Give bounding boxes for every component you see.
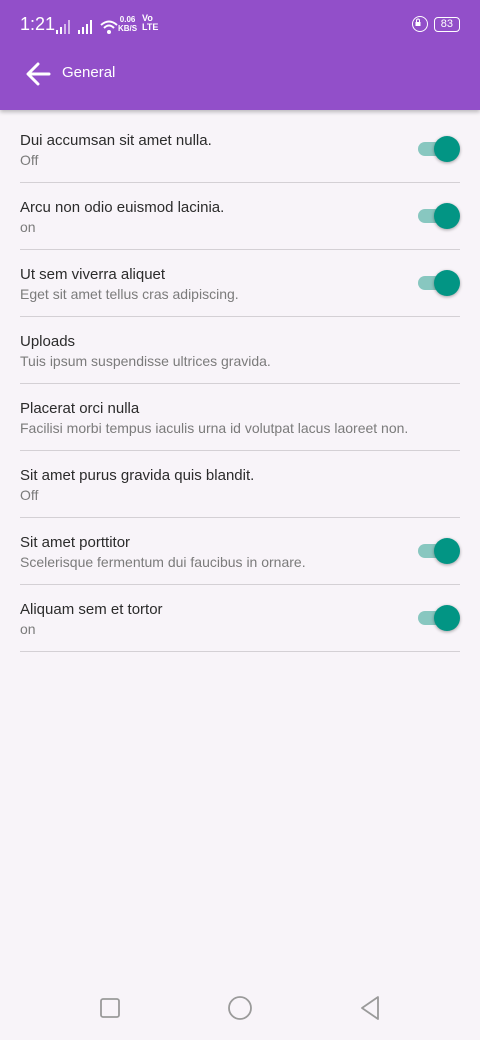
- setting-row[interactable]: Sit amet porttitor Scelerisque fermentum…: [20, 518, 460, 585]
- recents-button[interactable]: [95, 993, 125, 1023]
- back-nav-button[interactable]: [355, 993, 385, 1023]
- status-bar: 1:21 0.06 KB/S Vo LTE 83: [0, 0, 480, 48]
- setting-row[interactable]: Uploads Tuis ipsum suspendisse ultrices …: [20, 317, 460, 384]
- volte-bottom: LTE: [142, 22, 159, 32]
- recents-square-icon: [100, 998, 120, 1018]
- setting-switch[interactable]: [418, 538, 460, 564]
- settings-list: Dui accumsan sit amet nulla. Off Arcu no…: [20, 116, 460, 652]
- setting-summary: on: [20, 621, 36, 637]
- setting-title: Uploads: [20, 333, 76, 350]
- setting-switch[interactable]: [418, 270, 460, 296]
- status-right: 83: [411, 16, 460, 32]
- network-speed: 0.06 KB/S: [118, 15, 137, 33]
- back-button[interactable]: [22, 58, 54, 90]
- arrow-left-icon: [26, 62, 51, 86]
- signal-2-icon: [78, 20, 92, 34]
- setting-row[interactable]: Ut sem viverra aliquet Eget sit amet tel…: [20, 250, 460, 317]
- volte-indicator: Vo LTE: [142, 14, 158, 32]
- page-title: General: [62, 64, 116, 81]
- setting-switch[interactable]: [418, 605, 460, 631]
- network-speed-value: 0.06: [119, 15, 136, 24]
- back-triangle-icon: [361, 996, 379, 1020]
- setting-summary: Tuis ipsum suspendisse ultrices gravida.: [20, 353, 271, 369]
- setting-title: Dui accumsan sit amet nulla.: [20, 132, 212, 149]
- setting-switch[interactable]: [418, 203, 460, 229]
- setting-summary: Scelerisque fermentum dui faucibus in or…: [20, 554, 306, 570]
- switch-thumb: [434, 270, 460, 296]
- rotation-lock-icon: [411, 16, 428, 32]
- wifi-icon: [100, 20, 118, 34]
- setting-summary: on: [20, 219, 36, 235]
- home-circle-icon: [228, 996, 252, 1020]
- setting-summary: Facilisi morbi tempus iaculis urna id vo…: [20, 420, 409, 436]
- setting-row[interactable]: Placerat orci nulla Facilisi morbi tempu…: [20, 384, 460, 451]
- setting-summary: Off: [20, 487, 39, 503]
- signal-icons: [56, 14, 118, 34]
- switch-thumb: [434, 538, 460, 564]
- home-button[interactable]: [225, 993, 255, 1023]
- switch-thumb: [434, 203, 460, 229]
- setting-title: Placerat orci nulla: [20, 400, 140, 417]
- setting-row[interactable]: Dui accumsan sit amet nulla. Off: [20, 116, 460, 183]
- app-bar: 1:21 0.06 KB/S Vo LTE 83 General: [0, 0, 480, 110]
- network-speed-unit: KB/S: [118, 24, 138, 33]
- setting-switch[interactable]: [418, 136, 460, 162]
- setting-title: Ut sem viverra aliquet: [20, 266, 166, 283]
- setting-title: Sit amet porttitor: [20, 534, 131, 551]
- switch-thumb: [434, 136, 460, 162]
- setting-title: Arcu non odio euismod lacinia.: [20, 199, 225, 216]
- status-time: 1:21: [20, 14, 56, 34]
- system-nav-bar: [0, 975, 480, 1040]
- setting-row[interactable]: Aliquam sem et tortor on: [20, 585, 460, 652]
- setting-summary: Off: [20, 152, 39, 168]
- setting-row[interactable]: Arcu non odio euismod lacinia. on: [20, 183, 460, 250]
- signal-1-icon: [56, 20, 70, 34]
- setting-title: Sit amet purus gravida quis blandit.: [20, 467, 255, 484]
- setting-row[interactable]: Sit amet purus gravida quis blandit. Off: [20, 451, 460, 518]
- switch-thumb: [434, 605, 460, 631]
- setting-title: Aliquam sem et tortor: [20, 601, 163, 618]
- battery-indicator: 83: [433, 16, 460, 32]
- setting-summary: Eget sit amet tellus cras adipiscing.: [20, 286, 239, 302]
